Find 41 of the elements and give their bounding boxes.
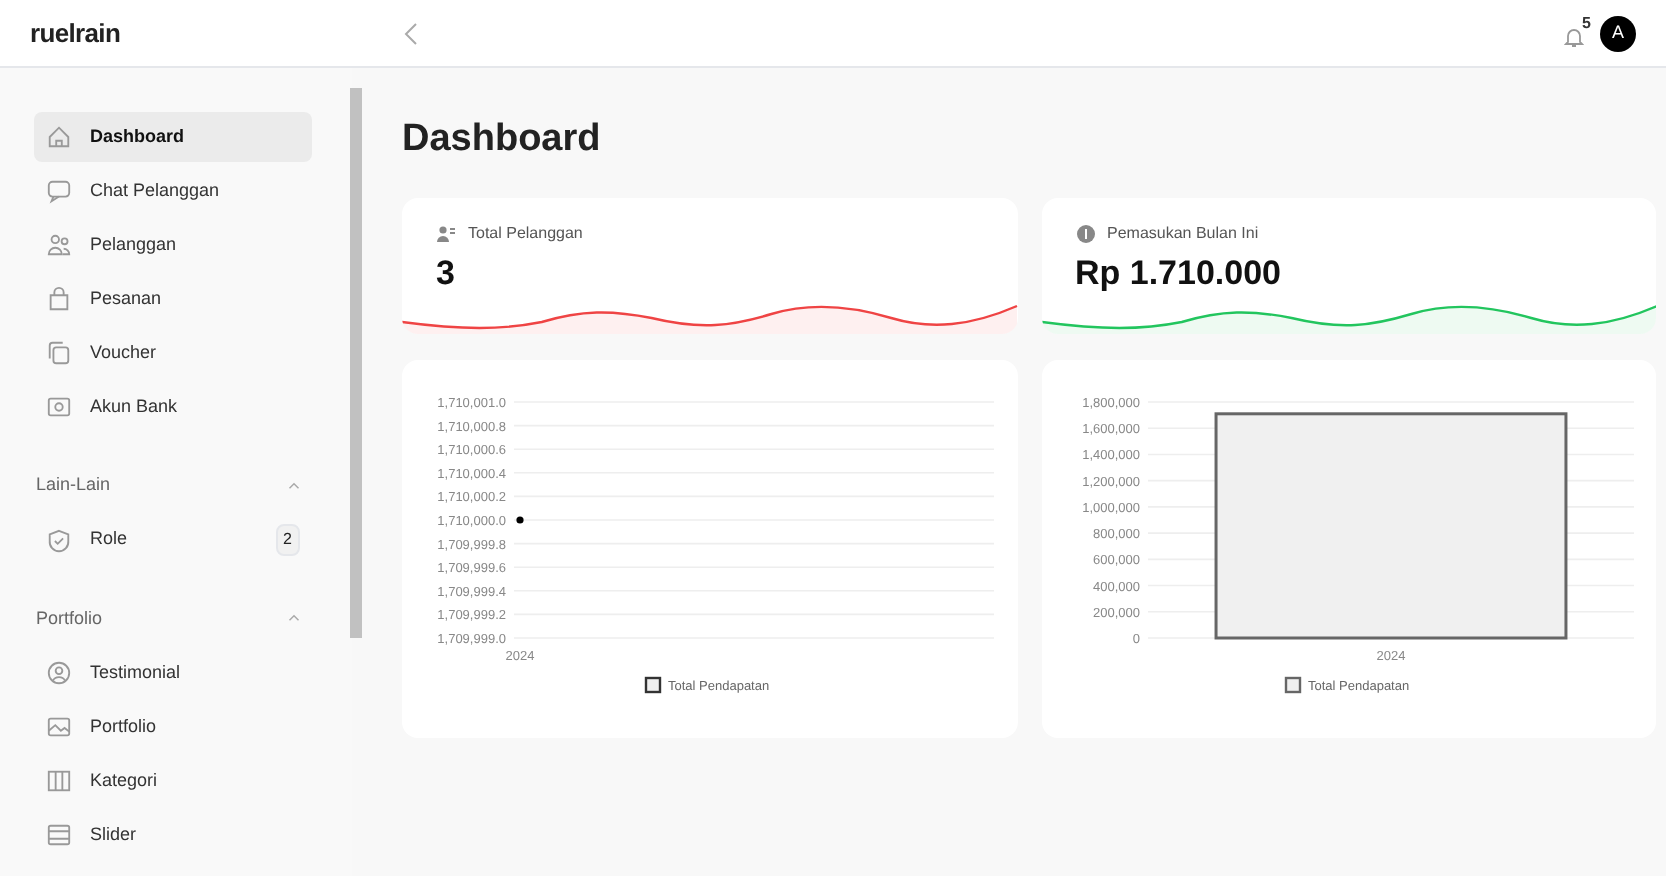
logo[interactable]: ruelrain [30, 13, 121, 53]
chevron-up-icon[interactable] [288, 481, 300, 490]
layout-icon [46, 822, 72, 848]
users-icon [46, 232, 72, 258]
sidebar-item[interactable]: Pelanggan [34, 220, 312, 270]
copy-icon [46, 340, 72, 366]
chevron-left-icon[interactable] [402, 21, 423, 45]
card-icon [46, 394, 72, 420]
stat-label: Total Pelanggan [468, 221, 583, 245]
shopping-bag-icon [46, 286, 72, 312]
home-icon [46, 124, 72, 150]
image-icon [46, 714, 72, 740]
sidebar-item[interactable]: Voucher [34, 328, 312, 378]
shield-check-icon [46, 527, 72, 553]
chevron-up-icon[interactable] [288, 614, 300, 623]
sidebar-item[interactable]: Portfolio [34, 702, 312, 752]
page-title: Dashboard [402, 116, 603, 164]
sidebar-item[interactable]: Chat Pelanggan [34, 166, 312, 216]
avatar[interactable]: A [1600, 15, 1636, 51]
sidebar-item[interactable]: Akun Bank [34, 382, 312, 432]
stat-label: Pemasukan Bulan Ini [1107, 221, 1259, 245]
chat-bubble-icon [46, 178, 72, 204]
columns-icon [46, 768, 72, 794]
data-point [516, 515, 524, 523]
scrollbar[interactable] [350, 88, 362, 638]
sidebar-item[interactable]: Role 2 [34, 515, 312, 565]
sidebar-item[interactable]: Dashboard [34, 112, 312, 162]
sidebar-item[interactable]: Pesanan [34, 274, 312, 324]
bell-icon[interactable] [1564, 25, 1584, 47]
count-badge: 2 [275, 524, 300, 556]
stat-value: 3 [434, 251, 457, 295]
notification-count: 5 [1582, 11, 1591, 35]
users-icon [436, 223, 456, 243]
sidebar-item[interactable]: Kategori [34, 756, 312, 806]
sidebar-item[interactable]: Slider [34, 810, 312, 860]
stat-value: Rp 1.710.000 [1073, 251, 1284, 295]
coin-icon [1075, 223, 1095, 243]
sidebar-item[interactable]: Testimonial [34, 648, 312, 698]
section-title: Lain-Lain [36, 472, 111, 498]
section-title: Portfolio [36, 605, 103, 631]
user-circle-icon [46, 660, 72, 686]
